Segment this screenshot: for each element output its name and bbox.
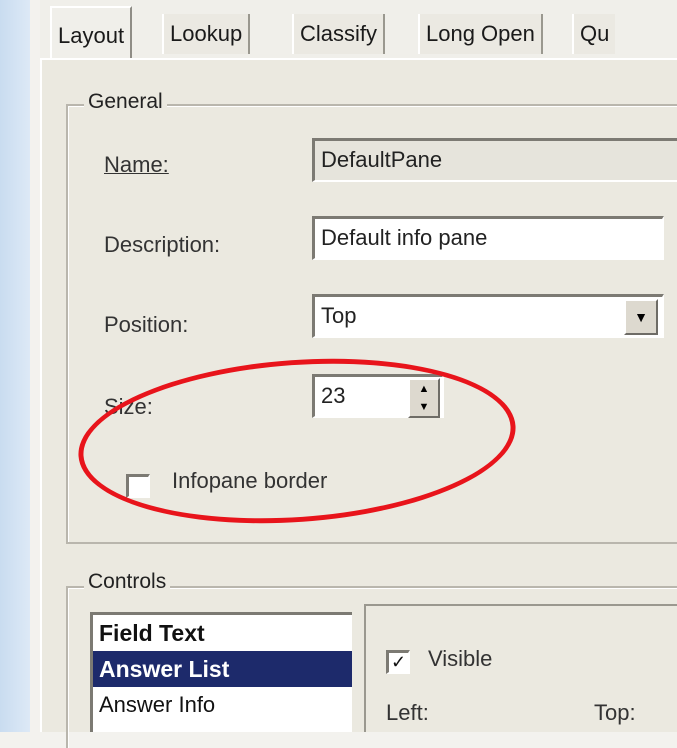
tab-classify[interactable]: Classify — [292, 14, 386, 54]
tab-lookup[interactable]: Lookup — [162, 14, 251, 54]
tab-layout[interactable]: Layout — [50, 6, 133, 60]
list-item[interactable]: Answer Info — [93, 687, 352, 723]
description-label: Description: — [104, 232, 221, 257]
position-select[interactable]: Top — [312, 294, 664, 338]
visible-label: Visible — [428, 646, 493, 671]
window-frame-edge — [0, 0, 30, 732]
list-item[interactable]: Field Text — [93, 615, 352, 651]
position-label: Position: — [104, 312, 189, 337]
controls-list[interactable]: Field Text Answer List Answer Info — [90, 612, 352, 732]
list-item[interactable]: Answer List — [93, 651, 352, 687]
visible-checkbox[interactable]: ✓ — [386, 650, 410, 674]
chevron-down-icon[interactable]: ▼ — [624, 299, 658, 335]
description-field[interactable]: Default info pane — [312, 216, 664, 260]
left-label: Left: — [386, 700, 429, 725]
controls-legend: Controls — [84, 570, 171, 594]
general-legend: General — [84, 90, 167, 114]
tab-long-open[interactable]: Long Open — [418, 14, 543, 54]
name-field[interactable]: DefaultPane — [312, 138, 677, 182]
top-label: Top: — [594, 700, 636, 725]
position-value: Top — [321, 303, 357, 328]
name-label: Name: — [104, 152, 169, 177]
tab-quick[interactable]: Qu — [572, 14, 616, 54]
